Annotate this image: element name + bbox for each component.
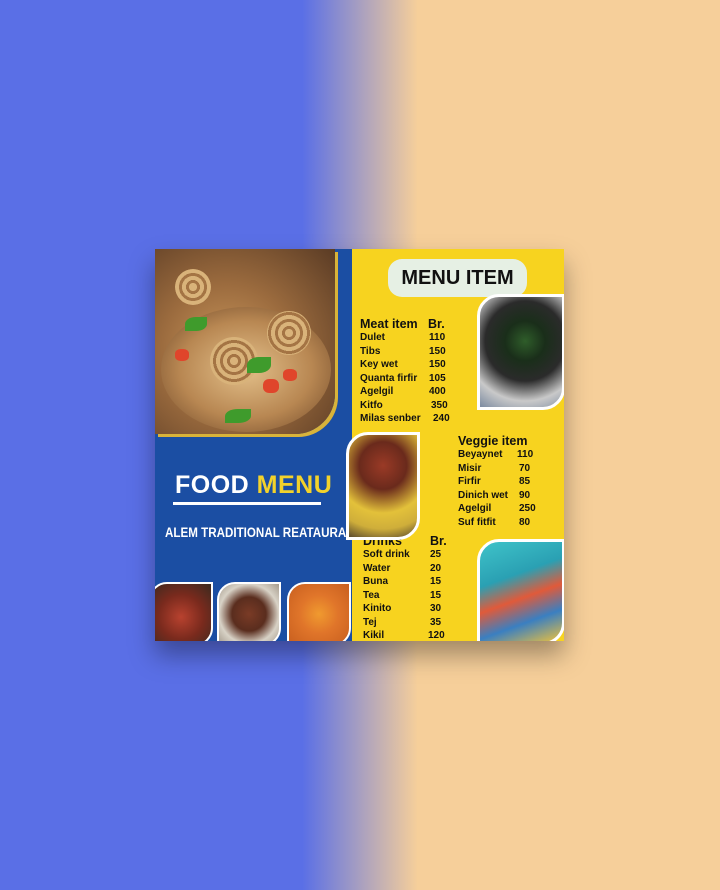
tomato-icon: [263, 379, 279, 393]
drinks-photo: [477, 539, 564, 641]
list-item: Tej 35: [363, 616, 442, 628]
right-panel: MENU ITEM Meat item Br. Dulet 110 Tibs 150…: [346, 249, 564, 641]
herb-leaf-icon: [247, 357, 271, 373]
drinks-list: Soft drink 25 Water 20 Buna 15 Tea 15 Kinito…: [363, 549, 463, 641]
list-item: Kikil 120: [363, 630, 445, 641]
list-item: Tibs 150: [360, 345, 446, 357]
list-item: Buna 15: [363, 576, 442, 587]
restaurant-name: ALEM TRADITIONAL REATAURANT: [165, 525, 362, 540]
left-panel: FOOD MENU ALEM TRADITIONAL REATAURANT: [155, 249, 362, 641]
injera-roll-icon: [267, 311, 311, 355]
list-item: Agelgil 400: [360, 386, 446, 397]
food-thumbnail: [217, 582, 281, 641]
list-item: Dinich wet 90: [458, 489, 531, 501]
food-thumbnail: [287, 582, 351, 641]
title-accent: MENU: [256, 471, 333, 499]
list-item: Suf fitfit 80: [458, 516, 531, 528]
meat-title: Meat item: [360, 317, 418, 331]
meat-section-heading: Meat item Br.: [360, 317, 445, 331]
list-item: Key wet 150: [360, 359, 446, 370]
menu-card: FOOD MENU ALEM TRADITIONAL REATAURANT ME…: [155, 249, 564, 641]
list-item: Quanta firfir 105: [360, 372, 446, 384]
list-item: Milas senber 240: [360, 413, 450, 424]
title-main: FOOD: [175, 471, 250, 499]
herb-leaf-icon: [225, 409, 251, 423]
list-item: Kitfo 350: [360, 399, 448, 411]
list-item: Misir 70: [458, 462, 531, 474]
list-item: Soft drink 25: [363, 549, 442, 560]
list-item: Kinito 30: [363, 603, 442, 614]
food-menu-title: FOOD MENU: [175, 471, 332, 500]
list-item: Water 20: [363, 562, 442, 574]
tomato-icon: [175, 349, 189, 361]
list-item: Agelgil 250: [458, 503, 536, 514]
meat-price-heading: Br.: [428, 317, 445, 331]
tomato-icon: [283, 369, 297, 381]
list-item: Dulet 110: [360, 332, 446, 343]
hero-food-photo: [155, 249, 335, 434]
list-item: Tea 15: [363, 589, 442, 601]
list-item: Firfir 85: [458, 476, 531, 487]
veggie-dish-photo: [346, 432, 420, 540]
meat-list: Dulet 110 Tibs 150 Key wet 150 Quanta firfi…: [360, 332, 470, 427]
veggie-list: Beyaynet 110 Misir 70 Firfir 85 Dinich wet 9…: [458, 449, 558, 530]
food-thumbnail: [155, 582, 213, 641]
drinks-price-heading: Br.: [430, 534, 447, 548]
title-underline: [173, 502, 321, 505]
injera-roll-icon: [175, 269, 211, 305]
meat-dish-photo: [477, 294, 564, 410]
list-item: Beyaynet 110: [458, 449, 534, 460]
veggie-section-heading: Veggie item: [458, 434, 527, 448]
menu-item-badge: MENU ITEM: [388, 259, 527, 297]
veggie-title: Veggie item: [458, 434, 528, 448]
herb-leaf-icon: [185, 317, 207, 331]
